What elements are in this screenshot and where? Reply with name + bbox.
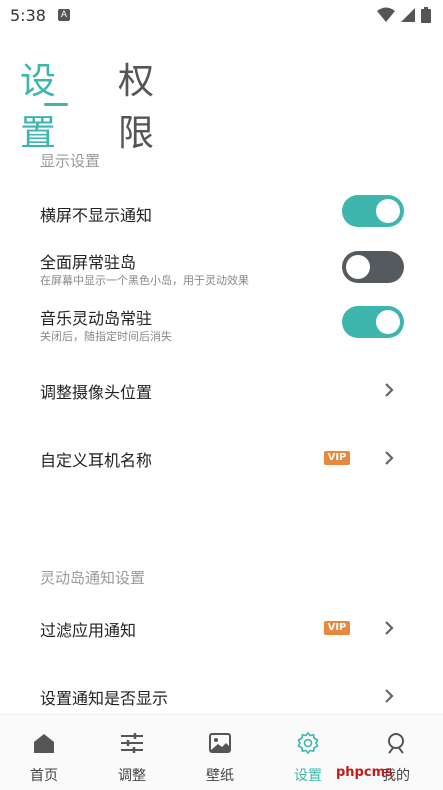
setting-row-filter-app-notifications[interactable]: 过滤应用通知 VIP bbox=[0, 608, 443, 648]
chevron-right-icon bbox=[385, 621, 394, 635]
nav-label: 壁纸 bbox=[206, 768, 234, 784]
section-title-island-notification: 灵动岛通知设置 bbox=[40, 569, 146, 587]
settings-gear-icon bbox=[297, 731, 319, 755]
setting-label: 自定义耳机名称 bbox=[40, 451, 153, 470]
nav-home[interactable]: 首页 bbox=[0, 723, 88, 784]
status-time: 5:38 bbox=[10, 6, 46, 25]
setting-row-camera-position[interactable]: 调整摄像头位置 bbox=[0, 370, 443, 410]
setting-row-headphone-name[interactable]: 自定义耳机名称 VIP bbox=[0, 438, 443, 478]
setting-row-landscape-hide[interactable]: 横屏不显示通知 bbox=[0, 193, 443, 233]
home-icon bbox=[34, 734, 54, 753]
vip-badge: VIP bbox=[324, 621, 350, 635]
toggle-knob bbox=[376, 199, 400, 223]
tab-permissions[interactable]: 权限 bbox=[118, 52, 156, 156]
nav-label: 首页 bbox=[30, 768, 58, 784]
battery-icon bbox=[421, 7, 431, 23]
toggle-knob bbox=[376, 310, 400, 334]
profile-icon bbox=[388, 733, 404, 754]
section-title-display: 显示设置 bbox=[40, 152, 101, 170]
chevron-right-icon bbox=[385, 451, 394, 465]
setting-row-notification-display[interactable]: 设置通知是否显示 bbox=[0, 676, 443, 714]
setting-label: 音乐灵动岛常驻 bbox=[40, 309, 153, 328]
nav-adjust[interactable]: 调整 bbox=[88, 723, 176, 784]
setting-subtitle: 在屏幕中显示一个黑色小岛，用于灵动效果 bbox=[40, 274, 249, 287]
cell-signal-icon bbox=[401, 8, 415, 22]
status-icons bbox=[377, 7, 431, 23]
setting-label: 过滤应用通知 bbox=[40, 621, 137, 640]
active-tab-indicator bbox=[44, 103, 68, 106]
status-bar: 5:38 A bbox=[0, 0, 443, 32]
vip-badge: VIP bbox=[324, 451, 350, 465]
setting-label: 全面屏常驻岛 bbox=[40, 253, 137, 272]
chevron-right-icon bbox=[385, 383, 394, 397]
toggle-landscape-hide[interactable] bbox=[342, 195, 404, 227]
setting-subtitle: 关闭后，随指定时间后消失 bbox=[40, 330, 172, 343]
setting-label: 调整摄像头位置 bbox=[40, 383, 153, 402]
toggle-music-island[interactable] bbox=[342, 306, 404, 338]
setting-row-persistent-island[interactable]: 全面屏常驻岛 在屏幕中显示一个黑色小岛，用于灵动效果 bbox=[0, 246, 443, 292]
toggle-persistent-island[interactable] bbox=[342, 251, 404, 283]
setting-label: 横屏不显示通知 bbox=[40, 206, 153, 225]
toggle-knob bbox=[346, 255, 370, 279]
wifi-icon bbox=[377, 7, 395, 22]
wallpaper-icon bbox=[209, 733, 231, 753]
setting-label: 设置通知是否显示 bbox=[40, 689, 169, 708]
nav-label: 调整 bbox=[118, 768, 146, 784]
setting-row-music-island[interactable]: 音乐灵动岛常驻 关闭后，随指定时间后消失 bbox=[0, 302, 443, 348]
sliders-icon bbox=[121, 733, 143, 753]
nav-wallpaper[interactable]: 壁纸 bbox=[176, 723, 264, 784]
notification-app-icon: A bbox=[58, 9, 70, 21]
watermark: phpcms bbox=[336, 765, 393, 780]
chevron-right-icon bbox=[385, 689, 394, 703]
